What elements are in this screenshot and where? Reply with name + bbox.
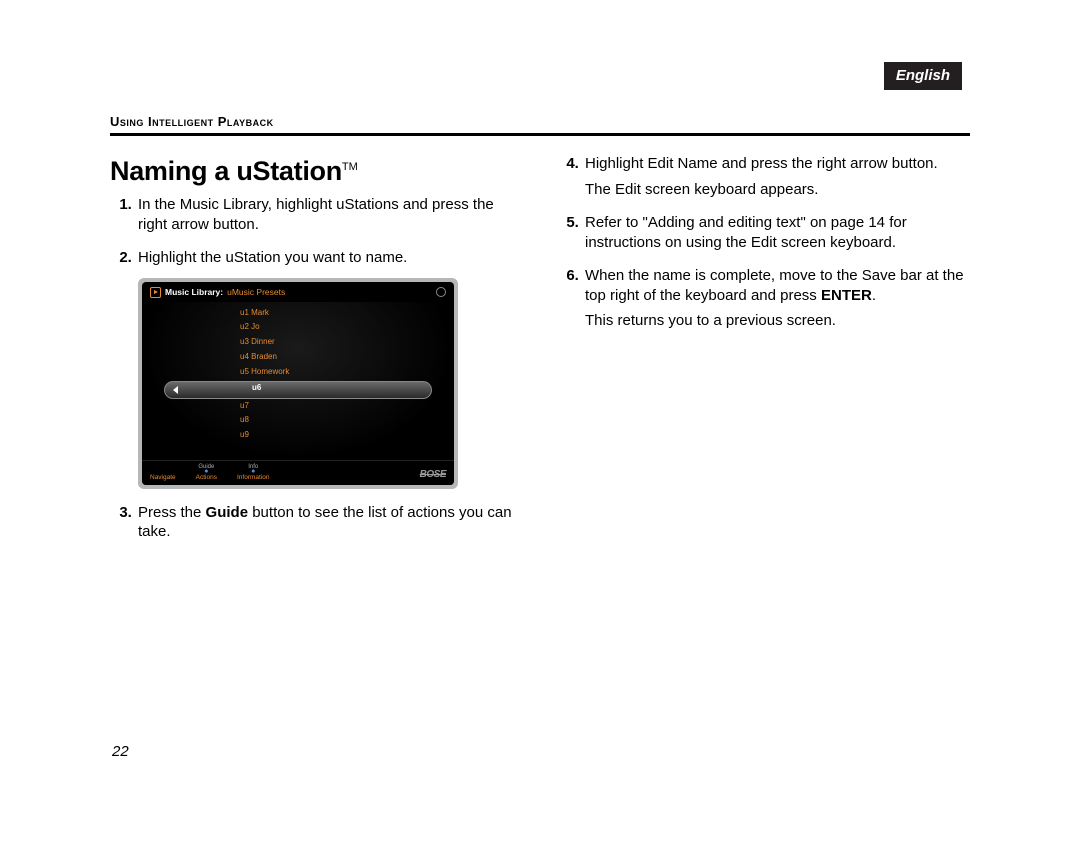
list-item-selected: u6 xyxy=(252,383,261,393)
play-icon xyxy=(150,287,161,298)
arrow-left-icon xyxy=(173,386,178,394)
left-column: Naming a uStationTM In the Music Library… xyxy=(110,154,523,556)
page-number: 22 xyxy=(112,743,129,760)
step-3-pre: Press the xyxy=(138,504,206,521)
footer-actions: Guide ● Actions xyxy=(196,464,217,481)
step-2-text: Highlight the uStation you want to name. xyxy=(138,249,407,266)
tv-footer: Navigate Guide ● Actions Info xyxy=(142,460,454,485)
step-4-sub: The Edit screen keyboard appears. xyxy=(585,180,970,200)
steps-list-left: In the Music Library, highlight uStation… xyxy=(110,195,523,542)
footer-information-label: Information xyxy=(237,474,270,481)
list-item: u2 Jo xyxy=(240,320,444,335)
breadcrumb-sub: uMusic Presets xyxy=(227,287,285,298)
brand-logo: BOSE xyxy=(420,468,446,481)
preset-list: u1 Mark u2 Jo u3 Dinner u4 Braden u5 Hom… xyxy=(240,306,444,443)
step-1-text: In the Music Library, highlight uStation… xyxy=(138,196,494,233)
breadcrumb-library: Music Library: xyxy=(165,287,223,298)
section-rule xyxy=(110,133,970,136)
tv-frame: Music Library: uMusic Presets u1 Mark u2… xyxy=(138,278,458,489)
section-header: Using Intelligent Playback xyxy=(110,114,970,129)
step-3-bold: Guide xyxy=(206,504,249,521)
step-1: In the Music Library, highlight uStation… xyxy=(136,195,523,234)
footer-information: Info ● Information xyxy=(237,464,270,481)
list-item: u9 xyxy=(240,428,444,443)
step-3: Press the Guide button to see the list o… xyxy=(136,503,523,542)
step-4-text: Highlight Edit Name and press the right … xyxy=(585,155,938,172)
step-2: Highlight the uStation you want to name.… xyxy=(136,248,523,489)
screenshot-figure: Music Library: uMusic Presets u1 Mark u2… xyxy=(138,278,458,489)
language-tab: English xyxy=(884,62,962,90)
right-column: Highlight Edit Name and press the right … xyxy=(557,154,970,556)
step-6-post: . xyxy=(872,287,876,304)
step-6: When the name is complete, move to the S… xyxy=(583,266,970,331)
selection-row: u6 xyxy=(152,381,444,397)
step-6-sub: This returns you to a previous screen. xyxy=(585,311,970,331)
tv-screen: Music Library: uMusic Presets u1 Mark u2… xyxy=(142,282,454,485)
tv-header: Music Library: uMusic Presets xyxy=(142,282,454,302)
list-item: u1 Mark xyxy=(240,306,444,321)
list-item: u5 Homework xyxy=(240,365,444,380)
manual-page: English Using Intelligent Playback Namin… xyxy=(0,0,1080,852)
tv-body: u1 Mark u2 Jo u3 Dinner u4 Braden u5 Hom… xyxy=(142,302,454,460)
list-item: u3 Dinner xyxy=(240,335,444,350)
steps-list-right: Highlight Edit Name and press the right … xyxy=(557,154,970,331)
list-item: u7 xyxy=(240,399,444,414)
list-item: u4 Braden xyxy=(240,350,444,365)
step-6-pre: When the name is complete, move to the S… xyxy=(585,267,964,304)
footer-navigate: Navigate xyxy=(150,474,176,481)
footer-navigate-label: Navigate xyxy=(150,474,176,481)
step-5-text: Refer to "Adding and editing text" on pa… xyxy=(585,214,907,251)
content-columns: Naming a uStationTM In the Music Library… xyxy=(110,154,970,556)
title-text: Naming a uStation xyxy=(110,156,342,186)
step-6-bold: ENTER xyxy=(821,287,872,304)
footer-actions-label: Actions xyxy=(196,474,217,481)
step-4: Highlight Edit Name and press the right … xyxy=(583,154,970,199)
list-item: u8 xyxy=(240,413,444,428)
clock-icon xyxy=(436,287,446,297)
selection-highlight xyxy=(164,381,432,399)
trademark-symbol: TM xyxy=(342,161,358,173)
page-title: Naming a uStationTM xyxy=(110,154,523,189)
step-5: Refer to "Adding and editing text" on pa… xyxy=(583,213,970,252)
